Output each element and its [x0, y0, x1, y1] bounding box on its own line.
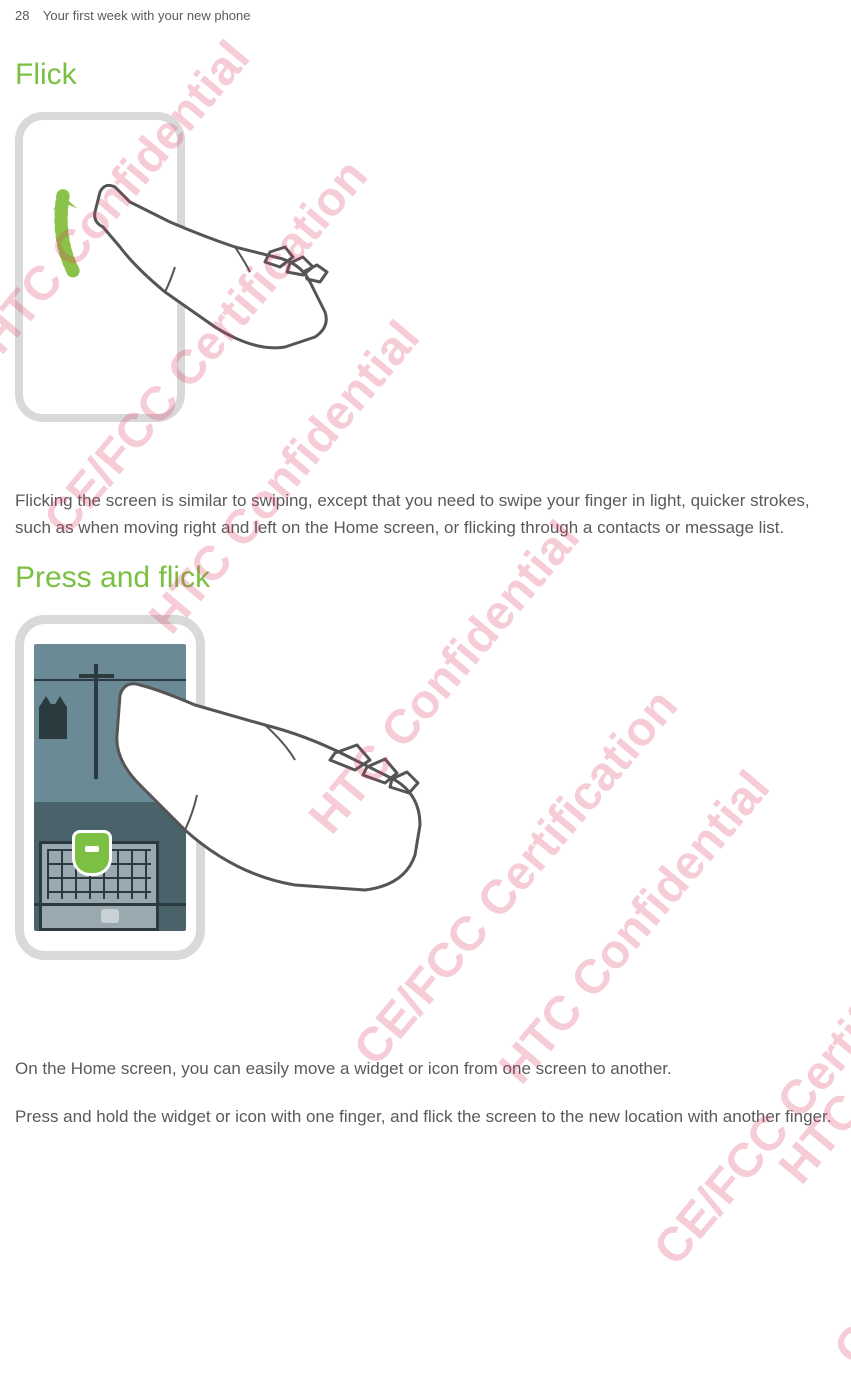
- flick-description: Flicking the screen is similar to swipin…: [15, 487, 836, 541]
- section-title-flick: Flick: [15, 58, 836, 92]
- watermark-certification: CE/FCC Certification: [823, 979, 851, 1376]
- section-title-press-and-flick: Press and flick: [15, 561, 836, 595]
- hand-icon: [85, 625, 445, 985]
- press-flick-description-1: On the Home screen, you can easily move …: [15, 1055, 836, 1082]
- press-flick-description-2: Press and hold the widget or icon with o…: [15, 1103, 836, 1130]
- illustration-press-and-flick: [15, 615, 836, 1015]
- page-header: 28 Your first week with your new phone: [15, 0, 836, 43]
- chapter-name: Your first week with your new phone: [43, 8, 251, 23]
- page-number: 28: [15, 8, 29, 23]
- illustration-flick: [15, 112, 836, 462]
- hand-icon: [75, 167, 355, 447]
